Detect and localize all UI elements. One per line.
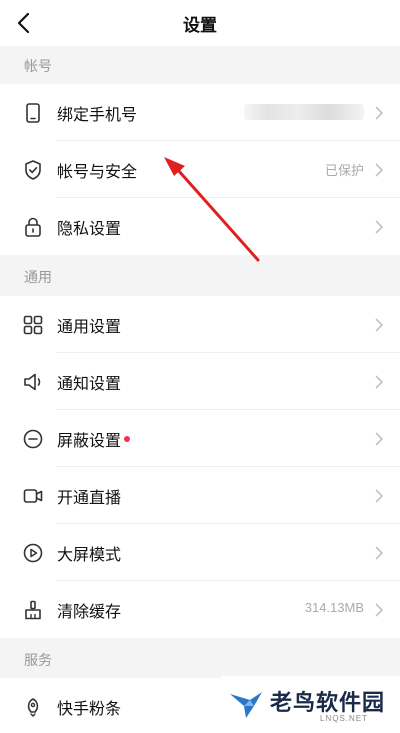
section-header-general: 通用	[0, 257, 400, 295]
account-security-row[interactable]: 帐号与安全 已保护	[0, 141, 400, 198]
chevron-right-icon	[375, 375, 384, 389]
row-label: 开通直播	[57, 490, 122, 507]
row-label: 通用设置	[57, 319, 122, 336]
chevron-right-icon	[375, 318, 384, 332]
row-label: 隐私设置	[57, 221, 122, 238]
start-live-row[interactable]: 开通直播	[0, 467, 400, 524]
lock-icon	[25, 217, 41, 237]
section-title: 通用	[24, 269, 52, 285]
minus-circle-icon	[23, 429, 43, 449]
speaker-icon	[24, 373, 41, 391]
section-title: 帐号	[24, 58, 52, 74]
phone-icon	[26, 103, 40, 123]
block-settings-row[interactable]: 屏蔽设置	[0, 410, 400, 467]
notification-settings-row[interactable]: 通知设置	[0, 353, 400, 410]
broom-icon	[25, 600, 41, 620]
page-title: 设置	[183, 16, 217, 35]
general-settings-row[interactable]: 通用设置	[0, 296, 400, 353]
video-camera-icon	[23, 489, 43, 503]
redacted-phone-number	[244, 104, 364, 120]
row-label: 清除缓存	[57, 604, 122, 621]
row-label: 快手粉条	[57, 701, 122, 718]
row-label: 帐号与安全	[57, 164, 138, 181]
chevron-right-icon	[375, 603, 384, 617]
section-title: 服务	[24, 652, 52, 668]
watermark-brand: 老鸟软件园	[270, 690, 386, 715]
grid-icon	[23, 315, 43, 335]
play-screen-icon	[23, 543, 43, 563]
chevron-right-icon	[375, 220, 384, 234]
chevron-right-icon	[375, 546, 384, 560]
site-watermark: 老鸟软件园 LNQS.NET	[222, 676, 400, 733]
row-label: 通知设置	[57, 376, 122, 393]
row-label: 屏蔽设置	[57, 433, 122, 450]
chevron-right-icon	[375, 163, 384, 177]
chevron-right-icon	[375, 106, 384, 120]
chevron-right-icon	[375, 432, 384, 446]
cache-size: 314.13MB	[304, 600, 364, 615]
shield-check-icon	[25, 160, 41, 180]
row-label: 绑定手机号	[57, 107, 138, 124]
protection-status: 已保护	[324, 163, 364, 178]
top-bar: 设置	[0, 0, 400, 46]
new-badge-dot	[124, 436, 130, 442]
section-header-account: 帐号	[0, 46, 400, 84]
watermark-domain: LNQS.NET	[320, 714, 369, 723]
row-label: 大屏模式	[57, 547, 122, 564]
bird-logo-icon	[230, 692, 262, 718]
rocket-icon	[27, 698, 39, 717]
privacy-settings-row[interactable]: 隐私设置	[0, 198, 400, 255]
section-header-service: 服务	[0, 640, 400, 678]
large-screen-mode-row[interactable]: 大屏模式	[0, 524, 400, 581]
chevron-right-icon	[375, 489, 384, 503]
bind-phone-row[interactable]: 绑定手机号	[0, 84, 400, 141]
clear-cache-row[interactable]: 清除缓存 314.13MB	[0, 581, 400, 638]
